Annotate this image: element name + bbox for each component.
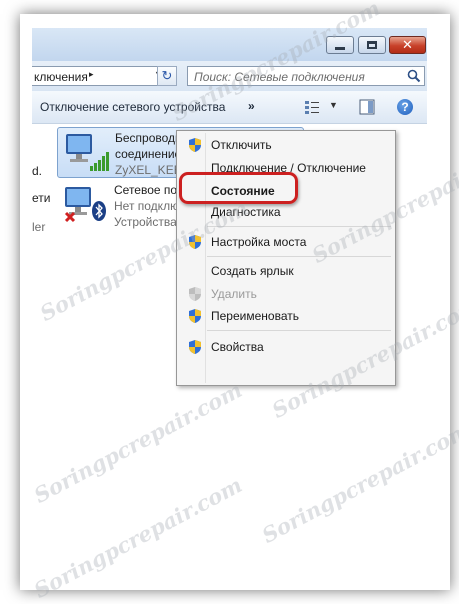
connection-name-line2: соединение (115, 147, 182, 161)
uac-shield-icon (189, 287, 201, 301)
help-icon[interactable]: ? (397, 99, 413, 115)
menu-item-label: Создать ярлык (211, 264, 294, 278)
truncated-text: ler (32, 220, 46, 234)
highlight-ring (179, 172, 298, 204)
refresh-icon: ↻ (161, 68, 173, 83)
address-bar: ключения ▸ ▼ ↻ Поиск: Сетевые подключени… (32, 61, 427, 91)
maximize-button[interactable] (358, 36, 386, 54)
network-adapter-icon (64, 187, 106, 223)
uac-shield-icon (189, 340, 201, 354)
close-icon: ✕ (402, 37, 413, 53)
menu-item-label: Переименовать (211, 309, 299, 323)
maximize-icon (367, 41, 377, 49)
menu-item-diagnostics[interactable]: Диагностика (179, 201, 393, 223)
context-menu: Отключить Подключение / Отключение Состо… (176, 130, 396, 386)
close-button[interactable]: ✕ (389, 36, 426, 54)
menu-item-label: Удалить (211, 287, 257, 301)
menu-separator (207, 226, 391, 227)
uac-shield-icon (189, 235, 201, 249)
address-path[interactable]: ключения (34, 70, 88, 84)
menu-item-label: Диагностика (211, 205, 281, 219)
title-bar: ✕ (32, 28, 427, 61)
preview-pane-icon[interactable] (359, 99, 375, 115)
menu-item-label: Настройка моста (211, 235, 307, 249)
search-icon[interactable] (407, 69, 421, 83)
more-commands-button[interactable]: » (248, 99, 255, 113)
menu-item-properties[interactable]: Свойства (179, 336, 393, 358)
breadcrumb-arrow-icon[interactable]: ▸ (89, 69, 94, 80)
command-bar: Отключение сетевого устройства » ▼ ? (32, 91, 427, 124)
wireless-network-icon (66, 134, 109, 171)
minimize-icon (335, 46, 345, 50)
menu-separator (207, 330, 391, 331)
menu-item-label: Свойства (211, 340, 264, 354)
menu-item-label: Отключить (211, 138, 272, 152)
uac-shield-icon (189, 309, 201, 323)
refresh-button[interactable]: ↻ (157, 66, 177, 86)
menu-separator (207, 256, 391, 257)
change-view-icon[interactable] (304, 99, 320, 115)
menu-item-delete: Удалить (179, 283, 393, 305)
menu-item-rename[interactable]: Переименовать (179, 305, 393, 327)
menu-item-bridge[interactable]: Настройка моста (179, 231, 393, 253)
view-dropdown-icon[interactable]: ▼ (329, 100, 338, 110)
minimize-button[interactable] (326, 36, 354, 54)
truncated-text: d. (32, 164, 43, 178)
uac-shield-icon (189, 138, 201, 152)
search-placeholder[interactable]: Поиск: Сетевые подключения (194, 70, 365, 84)
truncated-text: ети (32, 191, 51, 205)
disconnect-device-button[interactable]: Отключение сетевого устройства (40, 100, 225, 114)
menu-item-disconnect[interactable]: Отключить (179, 134, 393, 156)
search-field[interactable]: Поиск: Сетевые подключения (187, 66, 425, 86)
menu-item-create-shortcut[interactable]: Создать ярлык (179, 260, 393, 282)
address-field[interactable]: ключения ▸ ▼ (32, 66, 174, 86)
